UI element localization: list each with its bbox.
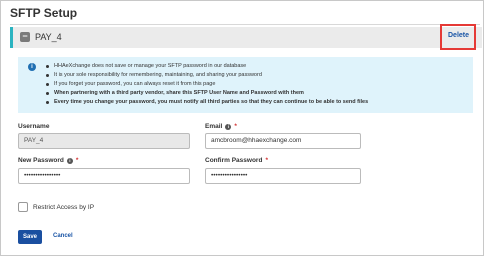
new-password-label: New Password i * [18, 157, 78, 164]
email-label-text: Email [205, 123, 223, 130]
section-name: PAY_4 [35, 32, 62, 42]
username-field[interactable]: PAY_4 [18, 133, 190, 149]
info-line: Every time you change your password, you… [46, 98, 468, 107]
info-panel: i HHAeXchange does not save or manage yo… [18, 57, 473, 113]
page-title: SFTP Setup [10, 6, 78, 20]
new-password-label-text: New Password [18, 157, 64, 164]
info-line: If you forget your password, you can alw… [46, 80, 468, 89]
required-mark: * [265, 157, 268, 164]
confirm-password-label-text: Confirm Password [205, 157, 263, 164]
restrict-ip-checkbox[interactable] [18, 202, 28, 212]
delete-link[interactable]: Delete [448, 32, 469, 39]
confirm-password-label: Confirm Password * [205, 157, 268, 164]
collapse-icon[interactable]: − [20, 32, 30, 42]
title-divider [10, 24, 480, 25]
info-icon: i [28, 63, 36, 71]
cancel-link[interactable]: Cancel [53, 233, 73, 239]
info-circle-icon[interactable]: i [66, 158, 73, 164]
info-list: HHAeXchange does not save or manage your… [46, 62, 468, 107]
username-label-text: Username [18, 123, 50, 130]
required-mark: * [75, 157, 79, 164]
info-line: When partnering with a third party vendo… [46, 89, 468, 98]
username-label: Username [18, 123, 49, 130]
info-line: HHAeXchange does not save or manage your… [46, 62, 468, 71]
email-field[interactable]: amcbroom@hhaexchange.com [205, 133, 361, 149]
new-password-field[interactable]: •••••••••••••••• [18, 168, 190, 184]
info-circle-icon[interactable]: i [225, 124, 232, 130]
confirm-password-field[interactable]: •••••••••••••••• [205, 168, 361, 184]
save-button[interactable]: Save [18, 230, 42, 244]
info-line: It is your sole responsibility for remem… [46, 71, 468, 80]
required-mark: * [234, 123, 237, 130]
restrict-ip-label: Restrict Access by IP [33, 204, 95, 211]
section-header: − PAY_4 [10, 27, 482, 48]
email-label: Email i * [205, 123, 237, 130]
